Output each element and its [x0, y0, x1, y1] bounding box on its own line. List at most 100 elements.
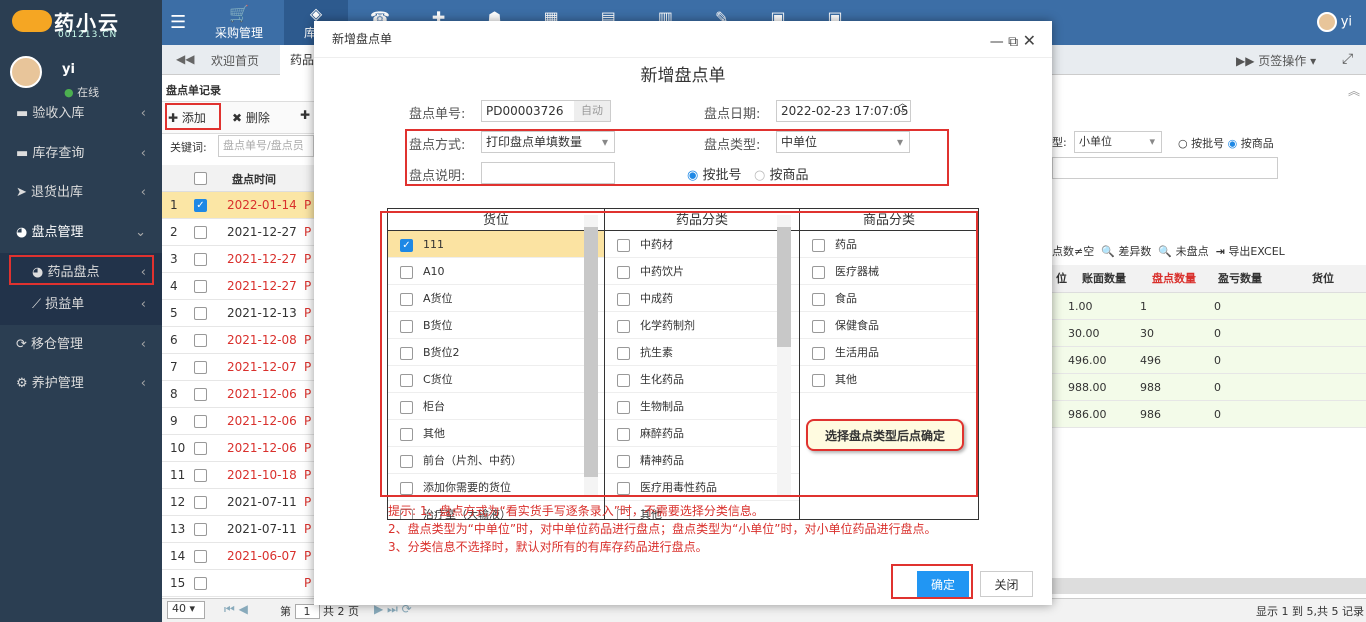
product-radio[interactable]: ○ 按商品 [754, 164, 809, 183]
tab-home[interactable]: 欢迎首页 [211, 52, 259, 69]
unit-label: 型: [1052, 136, 1067, 149]
tab-ops[interactable]: ▶▶ 页签操作 ▾ [1236, 52, 1316, 69]
user-avatar-icon [1316, 12, 1337, 32]
page-size-select[interactable]: 40 ▾ [167, 601, 205, 619]
send-icon: ➤ [16, 185, 32, 200]
table-row[interactable]: 4 2021-12-27 P [162, 273, 314, 300]
table-row[interactable]: 10 2021-12-06 P [162, 435, 314, 462]
hint-2: 2、盘点类型为“中单位”时，对中单位药品进行盘点；盘点类型为“小单位”时，对小单… [388, 522, 937, 536]
table-row[interactable]: 13 2021-07-11 P [162, 516, 314, 543]
table-row[interactable]: 5 2021-12-13 P [162, 300, 314, 327]
radio-off-icon: ○ [754, 168, 766, 183]
tab-current[interactable]: 药品 [280, 45, 314, 75]
page-indicator: 第 1 共 2 页 [280, 604, 359, 619]
forward-icon: ▶▶ [1236, 54, 1259, 68]
date-label: 盘点日期: [704, 107, 761, 122]
right-grid-header: 位 账面数量 盘点数量 盈亏数量 货位 [1052, 265, 1366, 293]
hint-1: 提示: 1、盘点方式为“看实货手写逐条录入”时，不需要选择分类信息。 [388, 504, 764, 518]
avatar [10, 56, 42, 88]
chart-icon: ▬ [16, 106, 33, 121]
logo-subtext: 001213.CN [58, 30, 118, 40]
type-label: 盘点类型: [704, 138, 761, 153]
type-select[interactable]: 中单位 ▾ [776, 131, 910, 153]
unit-select[interactable]: 小单位 ▾ [1074, 131, 1162, 153]
sync-icon: ⟳ [16, 337, 32, 352]
first-page-icon[interactable]: ⏮ ◀ [224, 602, 248, 617]
table-row[interactable]: 2 2021-12-27 P [162, 219, 314, 246]
top-user[interactable]: yi [1316, 12, 1352, 32]
right-toolbar[interactable]: 点数≠空 🔍 差异数 🔍 未盘点 ⇥ 导出EXCEL [1052, 243, 1285, 259]
note-input[interactable] [481, 162, 615, 184]
table-row[interactable]: 14 2021-06-07 P [162, 543, 314, 570]
close-icon: ✕ [1022, 31, 1036, 50]
logo-mascot-icon [12, 10, 52, 32]
auto-button: 自动 [574, 101, 610, 121]
horizontal-scrollbar[interactable] [1052, 578, 1366, 594]
dialog-title: 新增盘点单 [314, 21, 1052, 58]
nav-purchase[interactable]: 🛒 采购管理 [204, 0, 274, 45]
sidebar-item-stocktake[interactable]: ◕ 盘点管理 ⌄ [0, 213, 162, 252]
table-row[interactable]: 7 2021-12-07 P [162, 354, 314, 381]
chart-icon: ▬ [16, 146, 33, 161]
col-date-header: 盘点时间 [232, 173, 276, 186]
table-row[interactable]: 1 ✓ 2022-01-14 P [162, 192, 314, 219]
table-row[interactable]: 6 2021-12-08 P [162, 327, 314, 354]
keyword-label: 关键词: [170, 141, 207, 154]
hint-3: 3、分类信息不选择时，默认对所有的有库存药品进行盘点。 [388, 540, 708, 554]
pie-icon: ◕ [16, 225, 32, 240]
table-row[interactable]: 12 2021-07-11 P [162, 489, 314, 516]
highlight-box [9, 255, 154, 285]
date-input[interactable]: 2022-02-23 17:07:05 ︿ ﹀ [776, 99, 911, 122]
right-radio-group[interactable]: ○ 按批号 ◉ 按商品 [1178, 135, 1274, 151]
table-row[interactable]: 3 2021-12-27 P [162, 246, 314, 273]
note-label: 盘点说明: [409, 169, 466, 184]
delete-button[interactable]: ✖ 删除 [232, 109, 270, 126]
highlight-box [165, 103, 221, 130]
radio-on-icon: ◉ [687, 168, 699, 183]
callout-note: 选择盘点类型后点确定 [806, 419, 964, 451]
select-all-checkbox[interactable] [194, 171, 207, 185]
more-button[interactable]: ✚ [300, 108, 310, 122]
line-chart-icon: ⟋ [32, 297, 46, 312]
maximize-icon: ⧉ [1008, 34, 1019, 50]
table-row[interactable]: 9 2021-12-06 P [162, 408, 314, 435]
table-row[interactable]: 496.00 496 0 [1052, 347, 1366, 374]
cart-icon: 🛒 [229, 4, 249, 23]
sidebar-user-name: yi [62, 62, 75, 77]
close-button[interactable]: 关闭 [980, 571, 1033, 597]
method-label: 盘点方式: [409, 138, 466, 153]
spinner-icon: ︿ ﹀ [897, 99, 907, 120]
fullscreen-icon[interactable]: ⤢ [1342, 51, 1353, 67]
batch-radio[interactable]: ◉ 按批号 [687, 164, 742, 183]
dialog-heading: 新增盘点单 [640, 66, 726, 86]
highlight-box [380, 211, 978, 497]
table-row[interactable]: 988.00 988 0 [1052, 374, 1366, 401]
table-row[interactable]: 15 P [162, 570, 314, 597]
no-label: 盘点单号: [409, 107, 466, 122]
table-row[interactable]: 8 2021-12-06 P [162, 381, 314, 408]
right-search-input[interactable] [1052, 157, 1278, 179]
panel-title: 盘点单记录 [166, 84, 221, 97]
table-row[interactable]: 1.00 1 0 [1052, 293, 1366, 320]
sidebar-item-receiving[interactable]: ▬ 验收入库 ‹ [0, 94, 162, 133]
collapse-icon[interactable]: ︽ [1348, 82, 1360, 99]
menu-toggle-icon[interactable]: ☰ [170, 12, 186, 33]
method-select[interactable]: 打印盘点单填数量 ▾ [481, 131, 615, 153]
minimize-icon: — [989, 34, 1004, 50]
table-row[interactable]: 30.00 30 0 [1052, 320, 1366, 347]
tab-prev-icon[interactable]: ◀◀ [176, 52, 194, 66]
ok-button[interactable]: 确定 [917, 571, 969, 597]
sidebar-item-transfer[interactable]: ⟳ 移仓管理 ‹ [0, 325, 162, 364]
table-row[interactable]: 11 2021-10-18 P [162, 462, 314, 489]
logo: 药小云 001213.CN [0, 0, 162, 45]
sidebar-item-stock[interactable]: ▬ 库存查询 ‹ [0, 134, 162, 173]
sidebar-item-return[interactable]: ➤ 退货出库 ‹ [0, 173, 162, 212]
sidebar-item-maintenance[interactable]: ⚙ 养护管理 ‹ [0, 364, 162, 403]
sidebar-item-loss[interactable]: ⟋ 损益单 ‹ [0, 289, 162, 325]
keyword-input[interactable]: 盘点单号/盘点员 [218, 135, 314, 157]
no-input[interactable]: PD00003726 自动 [481, 100, 611, 122]
right-pager-info: 显示 1 到 5,共 5 记录 [1256, 605, 1364, 618]
new-stocktake-dialog: 新增盘点单 — ⧉ ✕ 新增盘点单 盘点单号: PD00003726 自动 盘点日… [314, 21, 1052, 605]
table-row[interactable]: 986.00 986 0 [1052, 401, 1366, 428]
dialog-window-controls[interactable]: — ⧉ ✕ [990, 31, 1036, 50]
